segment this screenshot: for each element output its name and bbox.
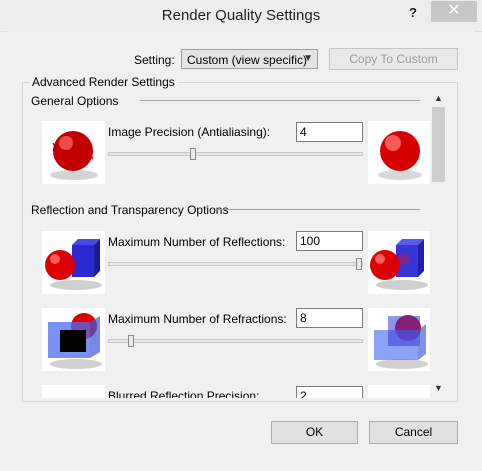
blurred-reflection-preview: [42, 385, 105, 398]
section-title-general: General Options: [31, 94, 119, 108]
chevron-down-icon: ▼: [303, 53, 313, 64]
ok-button[interactable]: OK: [271, 421, 358, 444]
max-refractions-slider-track[interactable]: [108, 339, 363, 343]
section-separator: [140, 100, 420, 101]
setting-label: Setting:: [134, 53, 175, 67]
help-button[interactable]: ?: [401, 3, 425, 23]
blurred-reflection-value: 2: [300, 389, 307, 398]
blurred-reflection-field[interactable]: 2: [296, 386, 363, 398]
image-precision-slider-handle[interactable]: [190, 148, 196, 160]
reflections-low-preview: [42, 231, 105, 294]
refractions-high-preview: [368, 308, 430, 371]
antialiasing-high-preview: [368, 121, 430, 184]
section-title-reflection: Reflection and Transparency Options: [31, 203, 229, 217]
setting-dropdown[interactable]: Custom (view specific) ▼: [181, 49, 318, 69]
scroll-up-icon[interactable]: ▲: [430, 90, 447, 106]
max-refractions-slider-handle[interactable]: [128, 335, 134, 347]
max-reflections-value: 100: [300, 234, 321, 248]
blurred-reflection-high-preview: [368, 385, 430, 398]
image-precision-value: 4: [300, 125, 307, 139]
max-refractions-label: Maximum Number of Refractions:: [108, 312, 287, 326]
image-precision-label: Image Precision (Antialiasing):: [108, 125, 271, 139]
advanced-settings-title: Advanced Render Settings: [30, 75, 177, 89]
setting-selected-value: Custom (view specific): [187, 53, 308, 67]
scrollbar-thumb[interactable]: [432, 107, 445, 182]
cancel-button[interactable]: Cancel: [369, 421, 458, 444]
advanced-settings-panel: General Options Image Precision (Antiali…: [26, 90, 430, 398]
close-icon: ✕: [447, 2, 461, 19]
max-refractions-field[interactable]: 8: [296, 308, 363, 328]
copy-to-custom-button[interactable]: Copy To Custom: [329, 48, 458, 70]
max-refractions-value: 8: [300, 311, 307, 325]
max-reflections-label: Maximum Number of Reflections:: [108, 235, 286, 249]
max-reflections-field[interactable]: 100: [296, 231, 363, 251]
blurred-reflection-label: Blurred Reflection Precision:: [108, 389, 260, 398]
image-precision-field[interactable]: 4: [296, 122, 363, 142]
reflections-high-preview: [368, 231, 430, 294]
max-reflections-slider-handle[interactable]: [356, 258, 362, 270]
image-precision-slider-track[interactable]: [108, 152, 363, 156]
title-bar: Render Quality Settings ? ✕: [0, 0, 482, 32]
advanced-settings-scrollbar[interactable]: ▲ ▼: [430, 90, 447, 396]
antialiasing-low-preview: [42, 121, 105, 184]
max-reflections-slider-track[interactable]: [108, 262, 363, 266]
scroll-down-icon[interactable]: ▼: [430, 380, 447, 396]
refractions-low-preview: [42, 308, 105, 371]
section-separator: [216, 209, 420, 210]
close-button[interactable]: ✕: [431, 1, 477, 22]
